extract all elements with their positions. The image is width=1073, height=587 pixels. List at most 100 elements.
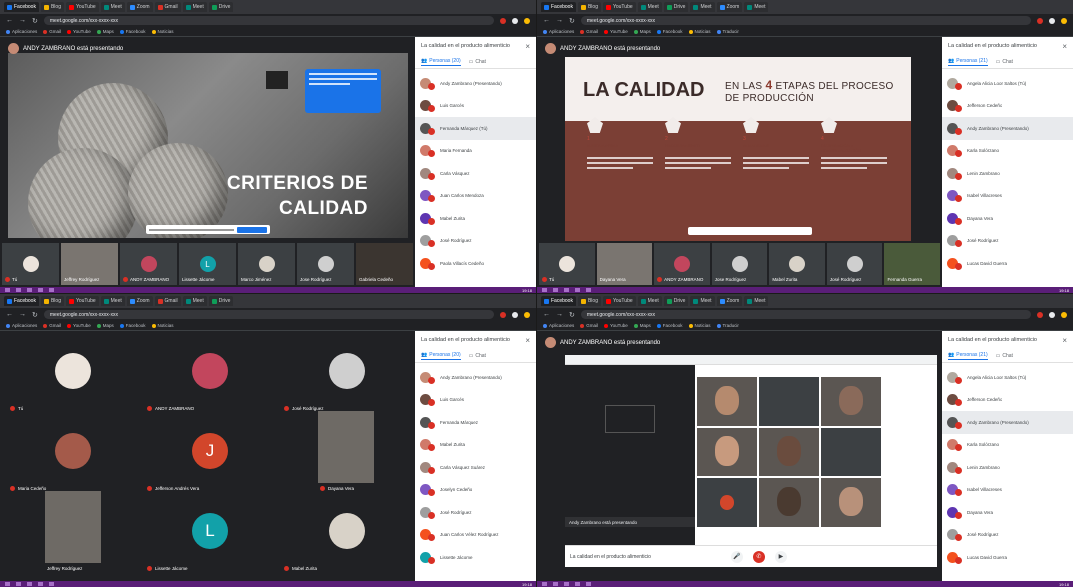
list-item[interactable]: Karla Solórzano [942,434,1073,457]
video-tile[interactable]: Mabel Zurita [282,499,412,571]
browser-tab[interactable]: Meet [100,2,125,12]
list-item[interactable]: Jefferson Cedeño [942,389,1073,412]
browser-tab[interactable]: Blog [40,2,64,12]
microphone-icon[interactable]: 🎤 [730,550,743,563]
browser-tab[interactable]: Facebook [4,296,39,306]
windows-icon[interactable] [5,288,10,292]
browser-tab[interactable]: Meet [744,2,769,12]
extension-icon[interactable] [1049,311,1055,318]
back-icon[interactable]: ← [543,311,550,318]
profile-icon[interactable] [1061,17,1067,24]
list-item[interactable]: Andy Zambrano (Presentando) [942,117,1073,140]
list-item[interactable]: Paola Villacís Cedeño [415,252,536,275]
video-tile[interactable]: L Lissette Jácome [145,499,275,571]
bookmark[interactable]: Aplicaciones [543,29,574,34]
tab-people[interactable]: 👥 Personas (21) [948,352,988,360]
browser-tab[interactable]: Meet [182,2,207,12]
list-item[interactable]: Lenin Zambrano [942,162,1073,185]
bookmark[interactable]: Aplicaciones [6,323,37,328]
bookmark[interactable]: Facebook [656,323,683,328]
stop-presenting-button[interactable] [237,226,267,233]
list-item[interactable]: Carla Vásquez Suárez [415,456,536,479]
list-item[interactable]: Dayana Vera [942,207,1073,230]
browser-tab[interactable]: Blog [577,296,601,306]
video-tile[interactable]: Dayana Vera [596,243,653,285]
list-item[interactable]: Lucas David Guerra [942,252,1073,275]
search-icon[interactable] [553,582,558,586]
profile-icon[interactable] [524,17,530,24]
list-item[interactable]: Karla Solórzano [942,140,1073,163]
extension-icon[interactable] [1049,17,1055,24]
video-tile[interactable]: Fernanda Guerra [884,243,941,285]
bookmark[interactable]: Noticias [688,29,711,34]
browser-tab[interactable]: YouTube [65,2,99,12]
close-icon[interactable]: × [525,42,530,51]
taskbar-app-icon[interactable] [27,288,32,292]
browser-tab[interactable]: Meet [182,296,207,306]
video-tile[interactable]: L Lissette Jácome [179,243,236,285]
list-item[interactable]: Luis Garcés [415,389,536,412]
video-tile[interactable]: Mabel Zurita [769,243,825,285]
list-item[interactable]: Andy Zambrano (Presentando) [415,366,536,389]
video-icon[interactable]: ▶ [774,550,787,563]
windows-icon[interactable] [5,582,10,586]
video-tile[interactable]: Jose Rodríguez [297,243,354,285]
forward-icon[interactable]: → [556,17,563,24]
notification-popup[interactable] [305,69,381,113]
list-item[interactable]: Luis Garcés [415,95,536,118]
list-item[interactable]: Maria Fernanda [415,140,536,163]
taskbar-app-icon[interactable] [586,582,591,586]
video-tile[interactable]: Marco Jiménez [238,243,295,285]
browser-tab[interactable]: Facebook [541,296,576,306]
bookmark[interactable]: YouTube [604,29,628,34]
list-item[interactable]: Angela Alicia Loor Saltos (Tú) [942,72,1073,95]
extension-icon[interactable] [512,311,518,318]
video-tile[interactable]: ANDY ZAMBRANO [145,339,275,411]
windows-icon[interactable] [542,288,547,292]
video-tile[interactable]: Jeffrey Rodríguez [61,243,118,285]
list-item[interactable]: Joselyn Cedeño [415,479,536,502]
browser-tab[interactable]: Facebook [541,2,576,12]
back-icon[interactable]: ← [543,17,550,24]
reload-icon[interactable]: ↻ [569,311,575,319]
bookmark[interactable]: Maps [633,29,651,34]
list-item[interactable]: Andy Zambrano (Presentando) [942,411,1073,434]
video-tile[interactable]: José Rodríguez [282,339,412,411]
bookmark[interactable]: Facebook [656,29,683,34]
bookmark[interactable]: Maps [96,29,114,34]
close-icon[interactable]: × [525,336,530,345]
back-icon[interactable]: ← [6,17,13,24]
browser-tab[interactable]: YouTube [65,296,99,306]
reload-icon[interactable]: ↻ [32,311,38,319]
taskbar-app-icon[interactable] [575,288,580,292]
list-item[interactable]: Lenin Zambrano [942,456,1073,479]
browser-tab[interactable]: Meet [690,296,715,306]
tab-people[interactable]: 👥 Personas (20) [421,352,461,360]
video-tile[interactable]: ANDY ZAMBRANO [120,243,177,285]
search-icon[interactable] [553,288,558,292]
bookmark[interactable]: Maps [96,323,114,328]
forward-icon[interactable]: → [556,311,563,318]
extension-icon[interactable] [512,17,518,24]
list-item[interactable]: Jefferson Cedeño [942,95,1073,118]
bookmark[interactable]: Maps [633,323,651,328]
taskbar-app-icon[interactable] [27,582,32,586]
browser-tab[interactable]: Zoom [716,296,743,306]
browser-tab[interactable]: Meet [637,296,662,306]
url-input[interactable]: meet.google.com/xxx-xxxx-xxx [580,16,1031,25]
list-item[interactable]: Lissette Jácome [415,546,536,569]
video-tile[interactable]: J Jefferson Andrés Vera [145,419,275,491]
forward-icon[interactable]: → [19,311,26,318]
close-icon[interactable]: × [1062,42,1067,51]
hang-up-icon[interactable]: ✆ [752,550,765,563]
browser-tab[interactable]: Meet [744,296,769,306]
list-item[interactable]: Isabel Villacreses [942,185,1073,208]
list-item[interactable]: Carla Vásquez [415,162,536,185]
url-input[interactable]: meet.google.com/xxx-xxxx-xxx [43,310,494,319]
bookmark[interactable]: Facebook [119,323,146,328]
browser-tab[interactable]: Drive [663,296,689,306]
video-tile[interactable]: Tú [2,243,59,285]
video-tile[interactable]: Maria Cedeño [8,419,138,491]
browser-tab[interactable]: Zoom [716,2,743,12]
browser-tab[interactable]: Gmail [154,296,181,306]
